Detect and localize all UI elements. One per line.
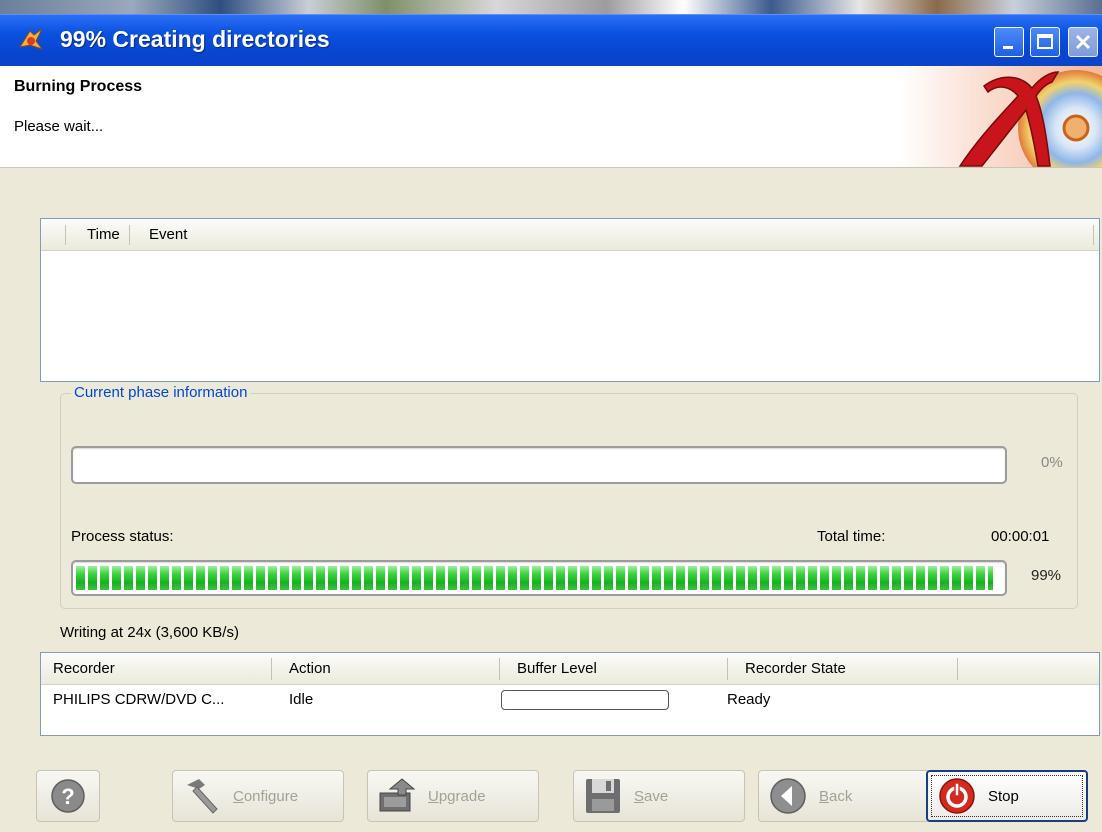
minimize-button[interactable]	[994, 27, 1024, 57]
buffer-level-bar	[501, 690, 669, 710]
close-icon	[1075, 34, 1091, 50]
x-cd-logo-icon	[900, 66, 1102, 167]
total-progress-fill	[76, 566, 993, 590]
phase-progress-percent: 0%	[1041, 454, 1063, 471]
help-button[interactable]: ?	[36, 770, 100, 822]
column-header-time[interactable]: Time	[87, 226, 120, 243]
recorder-list[interactable]: Recorder Action Buffer Level Recorder St…	[40, 652, 1100, 736]
column-header-event[interactable]: Event	[149, 226, 187, 243]
configure-mnemonic: C	[233, 787, 244, 805]
recorder-name: PHILIPS CDRW/DVD C...	[53, 691, 225, 708]
process-status-label: Process status:	[71, 528, 174, 545]
burn-app-icon	[18, 28, 44, 50]
configure-label: onfigure	[243, 787, 299, 805]
header-subtitle: Please wait...	[14, 118, 104, 135]
current-phase-group: Current phase information 0% Process sta…	[60, 384, 1078, 609]
header-title: Burning Process	[14, 78, 143, 95]
writing-speed-text: Writing at 24x (3,600 KB/s)	[60, 624, 239, 641]
stop-label: Stop	[988, 787, 1019, 805]
upgrade-icon	[379, 778, 416, 812]
help-icon: ?	[51, 779, 85, 813]
back-arrow-icon	[770, 778, 806, 814]
save-button[interactable]: Save	[573, 770, 745, 822]
svg-text:?: ?	[61, 784, 74, 809]
recorder-list-header: Recorder Action Buffer Level Recorder St…	[41, 653, 1099, 685]
back-label: ack	[829, 787, 853, 805]
total-time-label: Total time:	[817, 528, 886, 545]
recorder-state: Ready	[727, 691, 771, 708]
save-mnemonic: S	[634, 787, 645, 805]
total-progress-bar	[71, 560, 1007, 596]
floppy-disk-icon	[586, 779, 620, 813]
upgrade-button[interactable]: Upgrade	[367, 770, 539, 822]
maximize-icon	[1037, 34, 1053, 49]
close-button[interactable]	[1068, 27, 1098, 57]
column-header-recorder-state[interactable]: Recorder State	[745, 660, 846, 677]
phase-progress-bar	[71, 446, 1007, 484]
upgrade-label: pgrade	[438, 787, 486, 805]
hammer-icon	[187, 779, 218, 814]
total-time-value: 00:00:01	[991, 528, 1050, 545]
upgrade-mnemonic: U	[428, 787, 439, 805]
back-button[interactable]: Back	[758, 770, 930, 822]
window-titlebar[interactable]: 99% Creating directories	[0, 14, 1102, 66]
wizard-header: Burning Process Please wait...	[0, 66, 1102, 168]
column-header-buffer-level[interactable]: Buffer Level	[517, 660, 597, 677]
current-phase-legend: Current phase information	[71, 384, 251, 401]
maximize-button[interactable]	[1030, 27, 1060, 57]
window-title: 99% Creating directories	[60, 26, 330, 52]
total-progress-percent: 99%	[1031, 567, 1062, 584]
column-header-recorder[interactable]: Recorder	[53, 660, 115, 677]
stop-button[interactable]: Stop	[926, 770, 1088, 822]
configure-button[interactable]: Configure	[172, 770, 344, 822]
event-log-header: Time Event	[41, 219, 1099, 251]
column-header-action[interactable]: Action	[289, 660, 331, 677]
event-log-list[interactable]: Time Event	[40, 218, 1100, 382]
recorder-action: Idle	[289, 691, 314, 708]
desktop-background-strip	[0, 0, 1102, 14]
stop-icon	[939, 778, 975, 814]
save-label: ave	[644, 787, 669, 805]
minimize-icon	[1003, 46, 1013, 49]
back-mnemonic: B	[819, 787, 830, 805]
